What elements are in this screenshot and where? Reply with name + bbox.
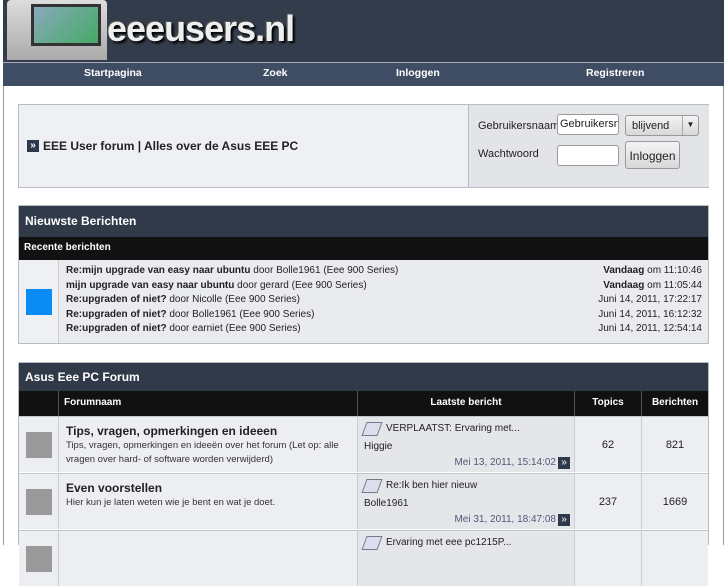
post-date: Juni 14, 2011, 12:54:14 — [598, 323, 702, 334]
post-board-link[interactable]: (Eee 900 Series) — [323, 265, 398, 276]
forum-row: Even voorstellen Hier kun je laten weten … — [19, 473, 708, 529]
post-count: 1669 — [662, 496, 688, 508]
main-nav: Startpagina Zoek Inloggen Registreren — [3, 62, 724, 86]
topic-count: 62 — [601, 439, 615, 451]
nav-registreren[interactable]: Registreren — [586, 67, 644, 79]
post-user-link[interactable]: Bolle1961 — [276, 265, 320, 276]
login-button[interactable]: Inloggen — [625, 141, 680, 169]
forum-row: Ervaring met eee pc1215P... — [19, 530, 708, 586]
post-icon — [361, 479, 383, 493]
post-topic-link[interactable]: Re:upgraden of niet? — [66, 323, 167, 334]
password-label: Wachtwoord — [478, 148, 539, 160]
logo-laptop-image — [7, 0, 107, 60]
post-icon — [361, 422, 383, 436]
login-form: Gebruikersnaam Gebruikersn blijvend ▼ Wac… — [468, 105, 709, 187]
post-topic-link[interactable]: mijn upgrade van easy naar ubuntu — [66, 280, 234, 291]
go-to-post-icon[interactable]: » — [558, 514, 570, 526]
post-board-link[interactable]: (Eee 900 Series) — [292, 280, 367, 291]
username-label: Gebruikersnaam — [478, 120, 560, 132]
posts-icon — [26, 289, 52, 315]
board-icon — [26, 546, 52, 572]
duration-select[interactable]: blijvend ▼ — [625, 115, 699, 136]
go-to-post-icon[interactable]: » — [558, 457, 570, 469]
forum-box: Asus Eee PC Forum Forumnaam Laatste beri… — [18, 362, 709, 586]
post-date: Juni 14, 2011, 16:12:32 — [598, 308, 702, 320]
forum-row: Tips, vragen, opmerkingen en ideeen Tips,… — [19, 416, 708, 472]
post-user-link[interactable]: Nicolle — [192, 294, 222, 305]
latest-posts-box: Nieuwste Berichten Recente berichten Re:… — [18, 205, 709, 344]
post-board-link[interactable]: (Eee 900 Series) — [226, 323, 301, 334]
nav-startpagina[interactable]: Startpagina — [84, 67, 142, 79]
chevron-down-icon: ▼ — [682, 116, 698, 135]
intro-box: » EEE User forum | Alles over de Asus EEE… — [18, 104, 709, 188]
post-date: Vandaag om 11:05:44 — [603, 279, 702, 291]
recent-post-item: Re:upgraden of niet? door Nicolle (Eee 9… — [66, 294, 702, 305]
site-header: eeeusers.nl — [3, 0, 724, 62]
post-board-link[interactable]: (Eee 900 Series) — [239, 309, 314, 320]
post-user-link[interactable]: gerard — [260, 280, 289, 291]
recent-post-item: Re:upgraden of niet? door Bolle1961 (Eee… — [66, 308, 702, 320]
password-input[interactable] — [557, 145, 619, 166]
col-berichten: Berichten — [642, 391, 708, 416]
post-date: Vandaag om 11:10:46 — [603, 265, 702, 276]
post-board-link[interactable]: (Eee 900 Series) — [225, 294, 300, 305]
col-forumnaam: Forumnaam — [59, 391, 358, 416]
post-date: Juni 14, 2011, 17:22:17 — [598, 294, 702, 305]
board-icon — [26, 432, 52, 458]
post-count: 821 — [665, 439, 685, 451]
post-user-link[interactable]: Bolle1961 — [192, 309, 236, 320]
post-topic-link[interactable]: Re:mijn upgrade van easy naar ubuntu — [66, 265, 250, 276]
nav-zoek[interactable]: Zoek — [263, 67, 288, 79]
board-icon — [26, 489, 52, 515]
recent-post-item: mijn upgrade van easy naar ubuntu door g… — [66, 279, 702, 291]
site-logo[interactable]: eeeusers.nl — [107, 8, 295, 50]
last-post-link[interactable]: Re:Ik ben hier nieuw — [386, 480, 477, 491]
last-post-link[interactable]: Ervaring met eee pc1215P... — [386, 537, 511, 548]
forum-title: EEE User forum | Alles over de Asus EEE … — [43, 139, 299, 153]
post-icon — [361, 536, 383, 550]
board-name-link[interactable]: Tips, vragen, opmerkingen en ideeen — [66, 424, 277, 438]
latest-posts-title: Nieuwste Berichten — [19, 206, 708, 237]
post-topic-link[interactable]: Re:upgraden of niet? — [66, 309, 167, 320]
post-topic-link[interactable]: Re:upgraden of niet? — [66, 294, 167, 305]
nav-inloggen[interactable]: Inloggen — [396, 67, 440, 79]
board-name-link[interactable]: Even voorstellen — [66, 481, 162, 495]
last-post-link[interactable]: VERPLAATST: Ervaring met... — [386, 423, 520, 434]
col-topics: Topics — [575, 391, 642, 416]
board-description: Tips, vragen, opmerkingen en ideeën over… — [66, 440, 339, 465]
post-user-link[interactable]: earniet — [192, 323, 223, 334]
last-post-user[interactable]: Higgie — [364, 441, 392, 452]
col-laatste-bericht: Laatste bericht — [358, 391, 575, 416]
last-post-user[interactable]: Bolle1961 — [364, 498, 408, 509]
raquo-icon: » — [27, 140, 39, 152]
topic-count: 237 — [598, 496, 618, 508]
last-post-date: Mei 13, 2011, 15:14:02 — [454, 457, 556, 468]
recent-post-item: Re:upgraden of niet? door earniet (Eee 9… — [66, 323, 702, 334]
username-input[interactable]: Gebruikersn — [557, 114, 619, 135]
recent-posts-subtitle: Recente berichten — [19, 237, 708, 260]
recent-post-item: Re:mijn upgrade van easy naar ubuntu doo… — [66, 265, 702, 276]
board-description: Hier kun je laten weten wie je bent en w… — [66, 497, 276, 508]
last-post-date: Mei 31, 2011, 18:47:08 — [454, 514, 556, 525]
forum-category-title: Asus Eee PC Forum — [19, 363, 708, 391]
